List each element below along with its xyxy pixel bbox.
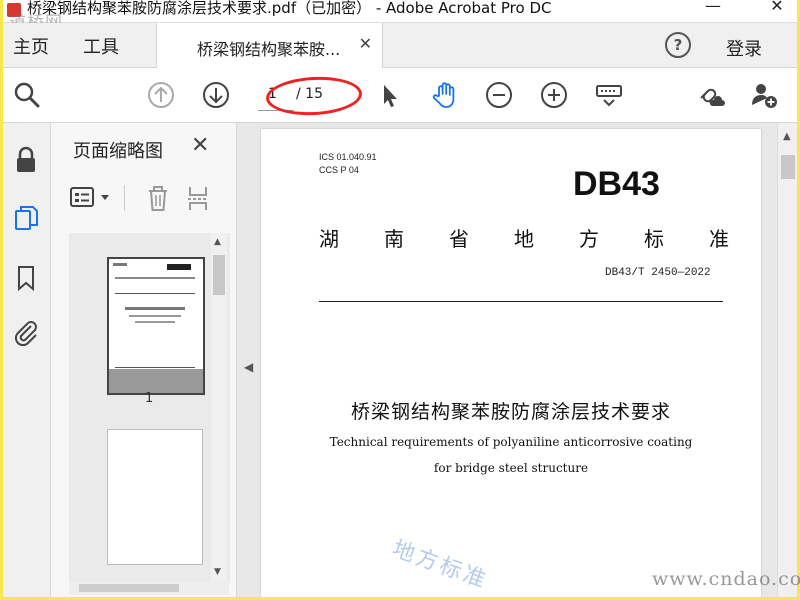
next-page-icon[interactable] bbox=[201, 80, 231, 110]
menu-home[interactable]: 主页 bbox=[13, 33, 49, 59]
ics-code: ICS 01.040.91 bbox=[319, 152, 377, 162]
page-thumbnails-icon[interactable] bbox=[11, 203, 41, 233]
doc-scroll-up-arrow-icon[interactable]: ▲ bbox=[783, 131, 791, 142]
heading-char: 准 bbox=[709, 227, 729, 251]
thumbnails-list[interactable]: 1 bbox=[69, 233, 230, 583]
heading-char: 湖 bbox=[319, 227, 339, 251]
previous-page-icon[interactable] bbox=[146, 80, 176, 110]
hand-tool-icon[interactable] bbox=[430, 80, 460, 110]
document-scrollbar[interactable]: ▲ bbox=[777, 123, 797, 597]
collapse-left-panel-icon[interactable]: ◀ bbox=[244, 360, 253, 374]
scroll-down-arrow-icon[interactable]: ▼ bbox=[214, 567, 221, 577]
heading-char: 标 bbox=[644, 227, 664, 251]
thumbnails-scroll-thumb[interactable] bbox=[213, 255, 225, 295]
document-viewport[interactable]: ICS 01.040.91 CCS P 04 DB43 湖 南 省 地 方 标 … bbox=[237, 123, 777, 597]
toolbar-divider bbox=[124, 185, 125, 211]
link-cloud-icon[interactable] bbox=[695, 80, 725, 110]
page-thumbnails-panel: 页面缩略图 ✕ 1 ▲ ▼ bbox=[51, 123, 237, 597]
ccs-code: CCS P 04 bbox=[319, 165, 359, 175]
delete-page-icon[interactable] bbox=[145, 183, 171, 213]
db-mark: DB43 bbox=[573, 165, 660, 203]
document-title-english-line1: Technical requirements of polyaniline an… bbox=[329, 435, 693, 449]
document-tab-label: 桥梁钢结构聚苯胺... bbox=[197, 40, 341, 59]
keyboard-dropdown-icon[interactable] bbox=[594, 80, 624, 110]
heading-char: 南 bbox=[384, 227, 404, 251]
zoom-in-icon[interactable] bbox=[539, 80, 569, 110]
thumbnails-horizontal-scrollbar[interactable] bbox=[69, 581, 229, 595]
thumbnails-scrollbar[interactable]: ▲ ▼ bbox=[211, 233, 227, 583]
window-title: 桥梁钢结构聚苯胺防腐涂层技术要求.pdf（已加密） - Adobe Acroba… bbox=[27, 0, 552, 17]
document-title-chinese: 桥梁钢结构聚苯胺防腐涂层技术要求 bbox=[350, 401, 671, 423]
menu-tools[interactable]: 工具 bbox=[83, 33, 119, 59]
login-button[interactable]: 登录 bbox=[726, 35, 762, 61]
thumbnail-options-icon[interactable] bbox=[69, 185, 113, 211]
thumbnails-panel-title: 页面缩略图 bbox=[73, 141, 163, 162]
minimize-button[interactable]: — bbox=[693, 0, 733, 15]
help-icon[interactable]: ? bbox=[665, 32, 691, 58]
site-watermark-bottom: www.cndao.com bbox=[652, 568, 800, 590]
bookmark-icon[interactable] bbox=[11, 263, 41, 293]
acrobat-window: 桥梁钢结构聚苯胺防腐涂层技术要求.pdf（已加密） - Adobe Acroba… bbox=[3, 0, 797, 597]
attachment-icon[interactable] bbox=[11, 317, 41, 347]
page-watermark: 地方标准 bbox=[388, 536, 492, 595]
search-icon[interactable] bbox=[12, 80, 42, 110]
title-bar: 桥梁钢结构聚苯胺防腐涂层技术要求.pdf（已加密） - Adobe Acroba… bbox=[3, 0, 797, 23]
tab-close-icon[interactable]: ✕ bbox=[359, 34, 372, 53]
zoom-out-icon[interactable] bbox=[484, 80, 514, 110]
heading-char: 方 bbox=[579, 227, 599, 251]
lock-icon[interactable] bbox=[11, 145, 41, 175]
document-tab[interactable]: 桥梁钢结构聚苯胺... ✕ bbox=[156, 23, 383, 68]
add-user-icon[interactable] bbox=[749, 80, 779, 110]
ics-classification: ICS 01.040.91 CCS P 04 bbox=[319, 151, 377, 177]
thumbnail-page-1-label: 1 bbox=[145, 391, 154, 406]
heading-char: 省 bbox=[449, 227, 469, 251]
scroll-up-arrow-icon[interactable]: ▲ bbox=[214, 237, 221, 247]
extract-page-icon[interactable] bbox=[185, 183, 211, 213]
close-window-button[interactable]: ✕ bbox=[757, 0, 797, 15]
header-rule bbox=[319, 301, 723, 302]
doc-scroll-thumb[interactable] bbox=[781, 155, 795, 179]
horizontal-scroll-thumb[interactable] bbox=[79, 584, 179, 592]
menu-bar: 主页 工具 桥梁钢结构聚苯胺... ✕ ? 登录 bbox=[3, 23, 797, 68]
thumbnails-toolbar bbox=[69, 181, 219, 215]
select-tool-icon[interactable] bbox=[375, 80, 405, 110]
toolbar: 1 / 15 bbox=[3, 68, 797, 123]
document-title-english-line2: for bridge steel structure bbox=[433, 461, 589, 475]
thumbnail-page-1[interactable] bbox=[107, 257, 205, 395]
close-panel-icon[interactable]: ✕ bbox=[191, 133, 209, 158]
standard-number: DB43/T 2450—2022 bbox=[605, 267, 711, 279]
thumbnail-page-2[interactable] bbox=[107, 429, 203, 565]
left-icon-rail bbox=[3, 123, 51, 597]
pdf-page: ICS 01.040.91 CCS P 04 DB43 湖 南 省 地 方 标 … bbox=[261, 129, 761, 597]
province-standard-heading: 湖 南 省 地 方 标 准 bbox=[319, 223, 729, 252]
heading-char: 地 bbox=[514, 227, 534, 251]
